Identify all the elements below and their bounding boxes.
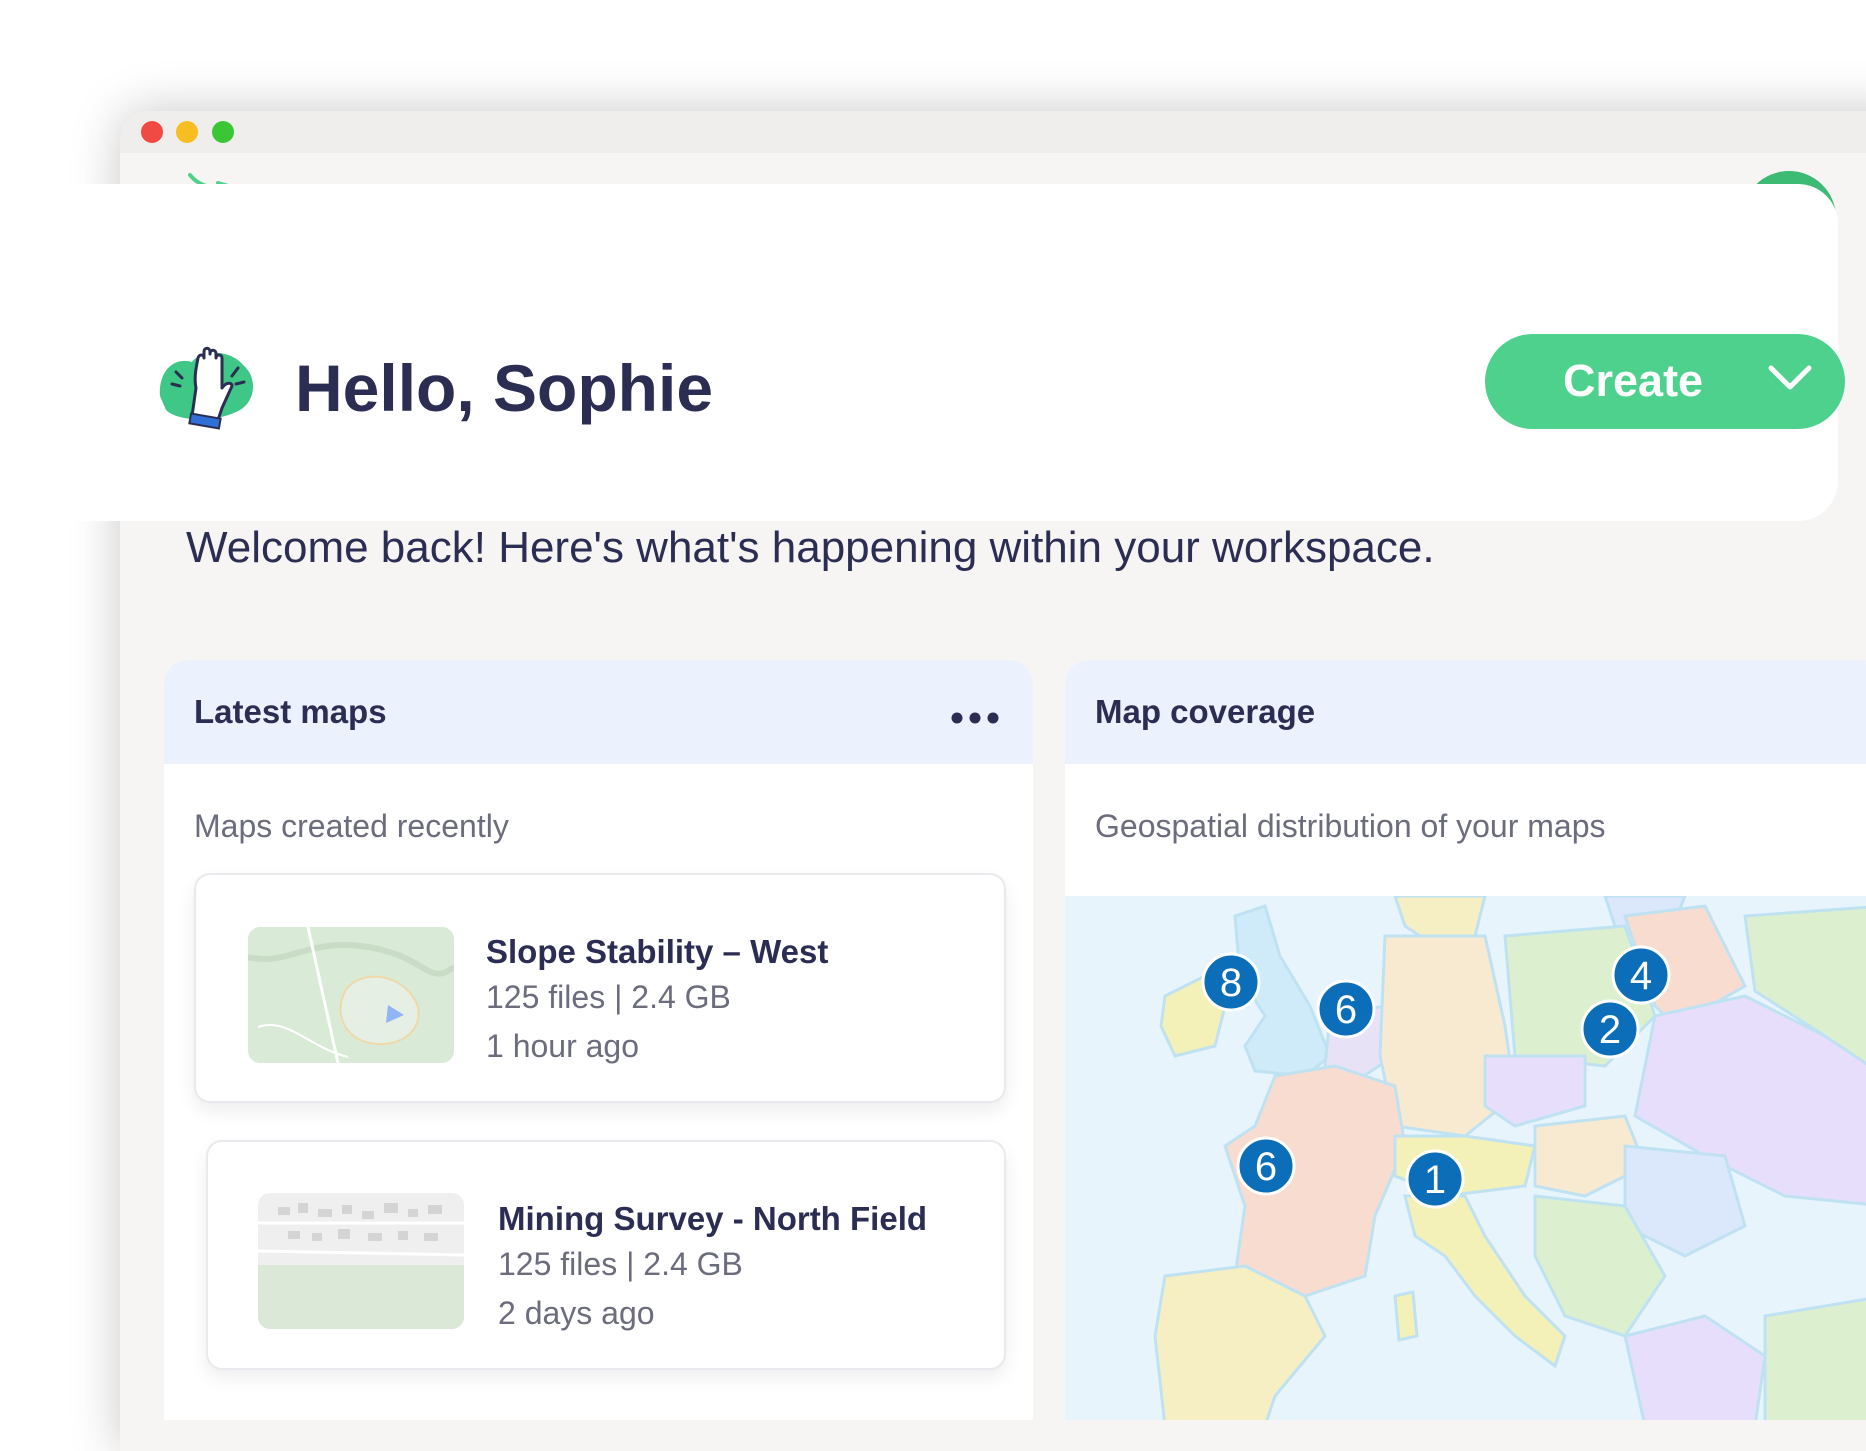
map-marker-count: 2: [1599, 1008, 1621, 1052]
map-marker-count: 8: [1220, 961, 1242, 1005]
map-marker[interactable]: 6: [1316, 979, 1376, 1039]
waving-hand-icon: [152, 338, 262, 438]
map-coverage-card: Map coverage Geospatial distribution of …: [1065, 660, 1866, 1420]
latest-maps-title: Latest maps: [194, 693, 387, 730]
coverage-map[interactable]: 8 6 4 2 6 1: [1065, 894, 1866, 1420]
greeting-title: Hello, Sophie: [295, 351, 714, 425]
map-marker[interactable]: 8: [1201, 952, 1261, 1012]
map-coverage-title: Map coverage: [1095, 693, 1316, 730]
welcome-message: Welcome back! Here's what's happening wi…: [186, 523, 1435, 572]
map-thumbnail: [248, 927, 454, 1063]
latest-maps-card: Latest maps Maps created recently Slope …: [164, 660, 1033, 1420]
latest-maps-header: Latest maps: [164, 660, 1033, 764]
close-window-button[interactable]: [141, 121, 163, 143]
map-marker-count: 6: [1335, 988, 1357, 1032]
map-marker-count: 1: [1424, 1158, 1446, 1202]
maximize-window-button[interactable]: [212, 121, 234, 143]
map-marker-count: 6: [1255, 1145, 1277, 1189]
more-options-icon[interactable]: [950, 708, 1000, 728]
latest-maps-subtitle: Maps created recently: [194, 808, 509, 844]
map-marker[interactable]: 6: [1236, 1136, 1296, 1196]
map-marker-count: 4: [1630, 954, 1652, 998]
map-marker[interactable]: 1: [1405, 1149, 1465, 1209]
create-button-label: Create: [1563, 355, 1704, 406]
map-timestamp: 1 hour ago: [486, 1028, 640, 1064]
map-list-item[interactable]: Slope Stability – West 125 files | 2.4 G…: [194, 873, 1006, 1103]
minimize-window-button[interactable]: [176, 121, 198, 143]
map-timestamp: 2 days ago: [498, 1295, 655, 1331]
map-file-info: 125 files | 2.4 GB: [486, 979, 731, 1015]
map-marker[interactable]: 2: [1580, 999, 1640, 1059]
map-name: Mining Survey - North Field: [498, 1200, 928, 1237]
map-file-info: 125 files | 2.4 GB: [498, 1246, 743, 1282]
map-name: Slope Stability – West: [486, 933, 829, 970]
create-button[interactable]: Create: [1485, 334, 1845, 429]
map-coverage-subtitle: Geospatial distribution of your maps: [1095, 808, 1606, 844]
map-list-item[interactable]: Mining Survey - North Field 125 files | …: [206, 1140, 1006, 1370]
map-thumbnail: [258, 1193, 464, 1329]
map-coverage-header: Map coverage: [1065, 660, 1866, 764]
map-marker[interactable]: 4: [1611, 945, 1671, 1005]
chevron-down-icon[interactable]: [1767, 364, 1813, 392]
title-bar: [120, 111, 1866, 153]
